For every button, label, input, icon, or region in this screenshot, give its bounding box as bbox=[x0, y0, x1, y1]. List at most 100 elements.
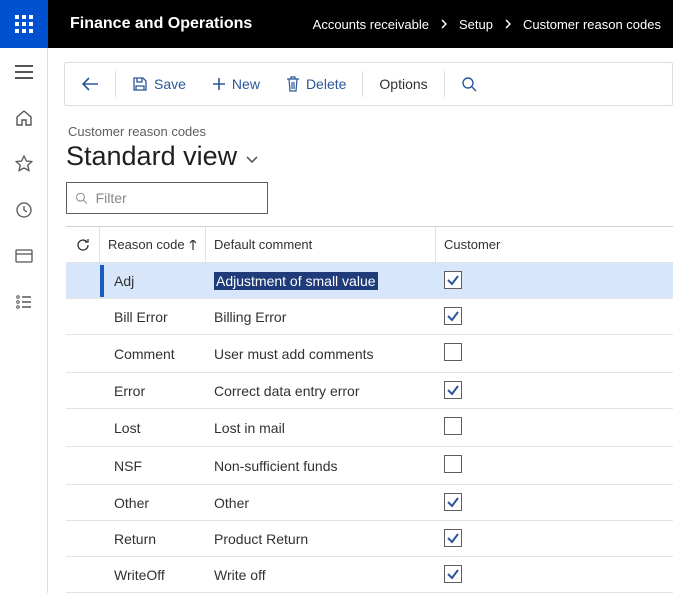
save-label: Save bbox=[154, 76, 186, 92]
cell-reason-code[interactable]: Comment bbox=[100, 338, 206, 370]
delete-button[interactable]: Delete bbox=[276, 70, 356, 98]
workspaces-button[interactable] bbox=[8, 242, 40, 270]
refresh-icon bbox=[75, 237, 91, 253]
cell-default-comment[interactable]: Lost in mail bbox=[206, 412, 436, 444]
divider bbox=[362, 71, 363, 97]
cell-customer bbox=[436, 335, 616, 372]
cell-customer bbox=[436, 447, 616, 484]
customer-checkbox[interactable] bbox=[444, 381, 462, 399]
trash-icon bbox=[286, 76, 300, 92]
customer-checkbox[interactable] bbox=[444, 455, 462, 473]
chevron-right-icon bbox=[503, 17, 513, 32]
app-launcher-button[interactable] bbox=[0, 0, 48, 48]
hamburger-button[interactable] bbox=[8, 58, 40, 86]
chevron-down-icon bbox=[245, 155, 259, 165]
action-bar: Save New Delete Options bbox=[64, 62, 673, 106]
divider bbox=[444, 71, 445, 97]
filter-input[interactable] bbox=[94, 189, 259, 207]
table-row[interactable]: AdjAdjustment of small value bbox=[66, 263, 673, 299]
table-row[interactable]: OtherOther bbox=[66, 485, 673, 521]
home-icon bbox=[15, 109, 33, 127]
delete-label: Delete bbox=[306, 76, 346, 92]
star-icon bbox=[15, 155, 33, 173]
cell-reason-code[interactable]: NSF bbox=[100, 450, 206, 482]
cell-default-comment[interactable]: Other bbox=[206, 487, 436, 519]
breadcrumb: Accounts receivable Setup Customer reaso… bbox=[313, 17, 673, 32]
options-label: Options bbox=[379, 76, 427, 92]
view-picker[interactable]: Standard view bbox=[66, 141, 673, 172]
waffle-icon bbox=[15, 15, 33, 33]
cell-customer bbox=[436, 485, 616, 520]
breadcrumb-item[interactable]: Accounts receivable bbox=[313, 17, 429, 32]
table-row[interactable]: Bill ErrorBilling Error bbox=[66, 299, 673, 335]
search-button[interactable] bbox=[451, 70, 487, 98]
customer-checkbox[interactable] bbox=[444, 565, 462, 583]
sort-asc-icon bbox=[189, 240, 197, 250]
cell-reason-code[interactable]: Other bbox=[100, 487, 206, 519]
list-icon bbox=[15, 293, 33, 311]
top-bar: Finance and Operations Accounts receivab… bbox=[0, 0, 673, 48]
search-icon bbox=[461, 76, 477, 92]
favorites-button[interactable] bbox=[8, 150, 40, 178]
table-row[interactable]: CommentUser must add comments bbox=[66, 335, 673, 373]
modules-button[interactable] bbox=[8, 288, 40, 316]
column-header-reason-code[interactable]: Reason code bbox=[100, 227, 206, 262]
cell-reason-code[interactable]: Bill Error bbox=[100, 301, 206, 333]
cell-reason-code[interactable]: WriteOff bbox=[100, 559, 206, 591]
app-title: Finance and Operations bbox=[48, 15, 274, 33]
customer-checkbox[interactable] bbox=[444, 417, 462, 435]
cell-customer bbox=[436, 263, 616, 298]
column-header-customer[interactable]: Customer bbox=[436, 227, 616, 262]
main-content: Save New Delete Options Customer reason … bbox=[48, 48, 673, 593]
data-grid: Reason code Default comment Customer Adj… bbox=[66, 226, 673, 593]
table-row[interactable]: ReturnProduct Return bbox=[66, 521, 673, 557]
home-button[interactable] bbox=[8, 104, 40, 132]
left-nav-rail bbox=[0, 48, 48, 593]
table-row[interactable]: NSFNon-sufficient funds bbox=[66, 447, 673, 485]
cell-default-comment[interactable]: Non-sufficient funds bbox=[206, 450, 436, 482]
cell-reason-code[interactable]: Return bbox=[100, 523, 206, 555]
cell-default-comment[interactable]: Billing Error bbox=[206, 301, 436, 333]
save-button[interactable]: Save bbox=[122, 70, 196, 98]
filter-box[interactable] bbox=[66, 182, 268, 214]
clock-icon bbox=[15, 201, 33, 219]
cell-customer bbox=[436, 557, 616, 592]
customer-checkbox[interactable] bbox=[444, 493, 462, 511]
hamburger-icon bbox=[15, 65, 33, 79]
search-icon bbox=[75, 191, 88, 205]
divider bbox=[115, 71, 116, 97]
cell-reason-code[interactable]: Lost bbox=[100, 412, 206, 444]
cell-default-comment[interactable]: Adjustment of small value bbox=[206, 265, 436, 297]
customer-checkbox[interactable] bbox=[444, 529, 462, 547]
cell-default-comment[interactable]: Correct data entry error bbox=[206, 375, 436, 407]
plus-icon bbox=[212, 77, 226, 91]
cell-default-comment[interactable]: Product Return bbox=[206, 523, 436, 555]
options-button[interactable]: Options bbox=[369, 70, 437, 98]
cell-reason-code[interactable]: Adj bbox=[100, 265, 206, 297]
breadcrumb-item[interactable]: Customer reason codes bbox=[523, 17, 661, 32]
column-header-default-comment[interactable]: Default comment bbox=[206, 227, 436, 262]
table-row[interactable]: LostLost in mail bbox=[66, 409, 673, 447]
cell-customer bbox=[436, 409, 616, 446]
customer-checkbox[interactable] bbox=[444, 271, 462, 289]
back-arrow-icon bbox=[81, 77, 99, 91]
breadcrumb-item[interactable]: Setup bbox=[459, 17, 493, 32]
chevron-right-icon bbox=[439, 17, 449, 32]
back-button[interactable] bbox=[71, 71, 109, 97]
grid-header: Reason code Default comment Customer bbox=[66, 227, 673, 263]
refresh-button[interactable] bbox=[66, 227, 100, 262]
customer-checkbox[interactable] bbox=[444, 307, 462, 325]
new-button[interactable]: New bbox=[202, 70, 270, 98]
cell-default-comment[interactable]: User must add comments bbox=[206, 338, 436, 370]
view-title: Standard view bbox=[66, 141, 237, 172]
new-label: New bbox=[232, 76, 260, 92]
table-row[interactable]: WriteOffWrite off bbox=[66, 557, 673, 593]
customer-checkbox[interactable] bbox=[444, 343, 462, 361]
table-row[interactable]: ErrorCorrect data entry error bbox=[66, 373, 673, 409]
cell-reason-code[interactable]: Error bbox=[100, 375, 206, 407]
cell-customer bbox=[436, 373, 616, 408]
cell-customer bbox=[436, 299, 616, 334]
cell-default-comment[interactable]: Write off bbox=[206, 559, 436, 591]
recent-button[interactable] bbox=[8, 196, 40, 224]
page-subtitle: Customer reason codes bbox=[68, 124, 673, 139]
